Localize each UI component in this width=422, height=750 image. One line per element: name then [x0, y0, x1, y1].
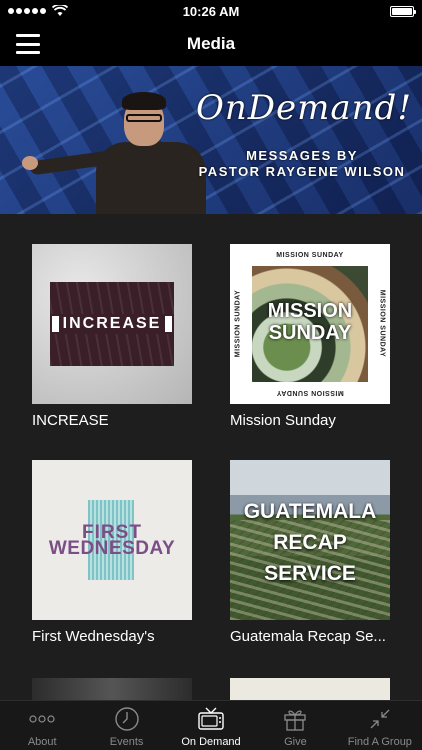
series-thumbnail-partial[interactable] [230, 678, 390, 700]
hero-title: OnDemand! [196, 88, 412, 128]
art-text: MISSION SUNDAY [267, 300, 353, 344]
tab-label: On Demand [181, 736, 241, 748]
series-card-increase[interactable]: INCREASE INCREASE [32, 244, 202, 429]
gift-icon [281, 705, 309, 733]
series-thumbnail[interactable]: GUATEMALA RECAP SERVICE [230, 460, 390, 620]
art-edge-text: MISSION SUNDAY [378, 289, 386, 358]
tab-events[interactable]: Events [84, 701, 168, 750]
hamburger-menu-icon[interactable] [16, 34, 40, 54]
signal-strength-icon [8, 8, 46, 14]
series-thumbnail[interactable]: INCREASE [32, 244, 192, 404]
series-thumbnail[interactable]: FIRST WEDNESDAY [32, 460, 192, 620]
status-left [8, 5, 68, 17]
hero-subtitle-line2: PASTOR RAYGENE WILSON [198, 164, 406, 179]
tab-on-demand[interactable]: On Demand [169, 701, 253, 750]
status-bar: 10:26 AM [0, 0, 422, 22]
series-grid: INCREASE INCREASE MISSION SUNDAY MISSION… [0, 214, 422, 700]
tab-label: About [27, 736, 57, 748]
art-text: GUATEMALA RECAP SERVICE [243, 500, 377, 585]
tab-give[interactable]: Give [253, 701, 337, 750]
wifi-icon [52, 5, 68, 16]
nav-bar: Media [0, 22, 422, 66]
art-text: INCREASE [50, 314, 174, 334]
series-card-first-wednesday[interactable]: FIRST WEDNESDAY First Wednesday's [32, 460, 202, 645]
series-thumbnail-partial[interactable] [32, 678, 192, 700]
art-edge-text: MISSION SUNDAY [234, 289, 242, 358]
clock-icon [113, 705, 141, 733]
collapse-arrows-icon [366, 705, 394, 733]
series-title: First Wednesday's [32, 628, 155, 645]
series-title: INCREASE [32, 412, 109, 429]
series-thumbnail[interactable]: MISSION SUNDAY MISSION SUNDAY MISSION SU… [230, 244, 390, 404]
page-title: Media [186, 34, 236, 53]
art-edge-text: MISSION SUNDAY [276, 389, 344, 396]
battery-icon [390, 5, 416, 17]
tab-label: Events [109, 736, 144, 748]
tab-label: Find A Group [347, 736, 412, 748]
tab-bar: About Events On Demand Give Find A Group [0, 700, 422, 750]
series-card-mission-sunday[interactable]: MISSION SUNDAY MISSION SUNDAY MISSION SU… [230, 244, 400, 429]
hero-banner[interactable]: OnDemand! MESSAGES BY PASTOR RAYGENE WIL… [0, 66, 422, 214]
more-dots-icon [28, 705, 56, 733]
art-text: WEDNESDAY [48, 538, 176, 559]
tab-find-a-group[interactable]: Find A Group [338, 701, 422, 750]
tv-icon [197, 705, 225, 733]
art-edge-text: MISSION SUNDAY [276, 252, 344, 259]
series-title: Mission Sunday [230, 412, 336, 429]
hero-subtitle-line1: MESSAGES BY [246, 148, 358, 163]
hero-subtitle: MESSAGES BY PASTOR RAYGENE WILSON [182, 148, 422, 180]
series-title: Guatemala Recap Se... [230, 628, 386, 645]
tab-label: Give [284, 736, 307, 748]
series-card-guatemala[interactable]: GUATEMALA RECAP SERVICE Guatemala Recap … [230, 460, 400, 645]
tab-about[interactable]: About [0, 701, 84, 750]
